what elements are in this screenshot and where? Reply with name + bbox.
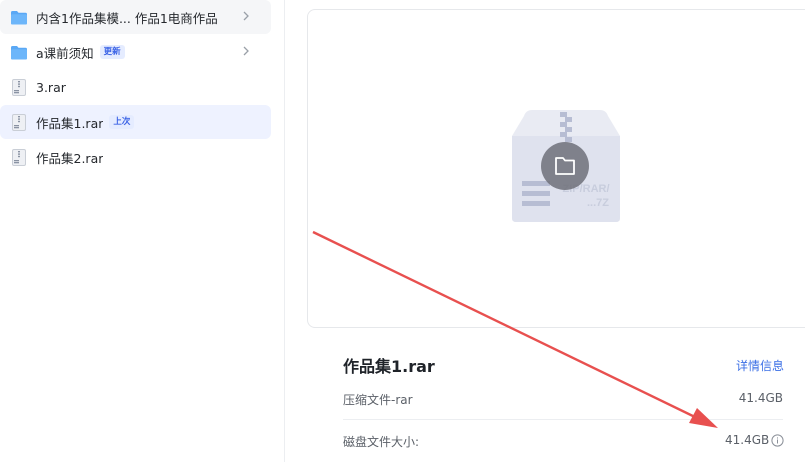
archive-file-icon: [10, 113, 28, 131]
file-size-value: 41.4GB: [738, 391, 783, 405]
disk-size-label: 磁盘文件大小:: [343, 435, 420, 449]
file-list: 内含1作品集模... 作品1电商作品 a课前须知 更新 3.rar 作品集1.r…: [0, 0, 271, 462]
archive-file-icon: [10, 78, 28, 96]
file-row-archive-2[interactable]: 作品集2.rar: [0, 140, 271, 174]
file-row-archive-1[interactable]: 3.rar: [0, 70, 271, 104]
details-link[interactable]: 详情信息: [736, 357, 784, 374]
chevron-right-icon: [243, 11, 249, 21]
file-name: 3.rar: [36, 79, 66, 95]
archive-type-text-2: ...7Z: [587, 197, 609, 209]
last-opened-badge: 上次: [109, 115, 135, 129]
file-row-folder-1[interactable]: 内含1作品集模... 作品1电商作品: [0, 0, 271, 34]
file-row-archive-selected[interactable]: 作品集1.rar 上次: [0, 105, 271, 139]
file-row-folder-2[interactable]: a课前须知 更新: [0, 35, 271, 69]
panel-divider: [284, 0, 285, 462]
folder-icon: [10, 43, 28, 61]
disk-size-value: 41.4GB: [725, 433, 770, 447]
file-name: 作品集2.rar: [36, 150, 104, 166]
chevron-right-icon: [243, 46, 249, 56]
file-preview-card: ZIP/RAR/ ...7Z: [307, 9, 805, 328]
file-name: a课前须知: [36, 45, 94, 61]
file-type-label: 压缩文件-rar: [343, 393, 413, 407]
file-name: 内含1作品集模... 作品1电商作品: [36, 10, 218, 26]
info-icon[interactable]: [771, 434, 784, 447]
archive-preview-icon: ZIP/RAR/ ...7Z: [512, 110, 620, 222]
meta-divider: [343, 419, 783, 420]
preview-file-title: 作品集1.rar: [343, 357, 435, 376]
archive-file-icon: [10, 148, 28, 166]
file-name: 作品集1.rar: [36, 115, 104, 131]
folder-icon: [10, 8, 28, 26]
update-badge: 更新: [99, 45, 125, 59]
